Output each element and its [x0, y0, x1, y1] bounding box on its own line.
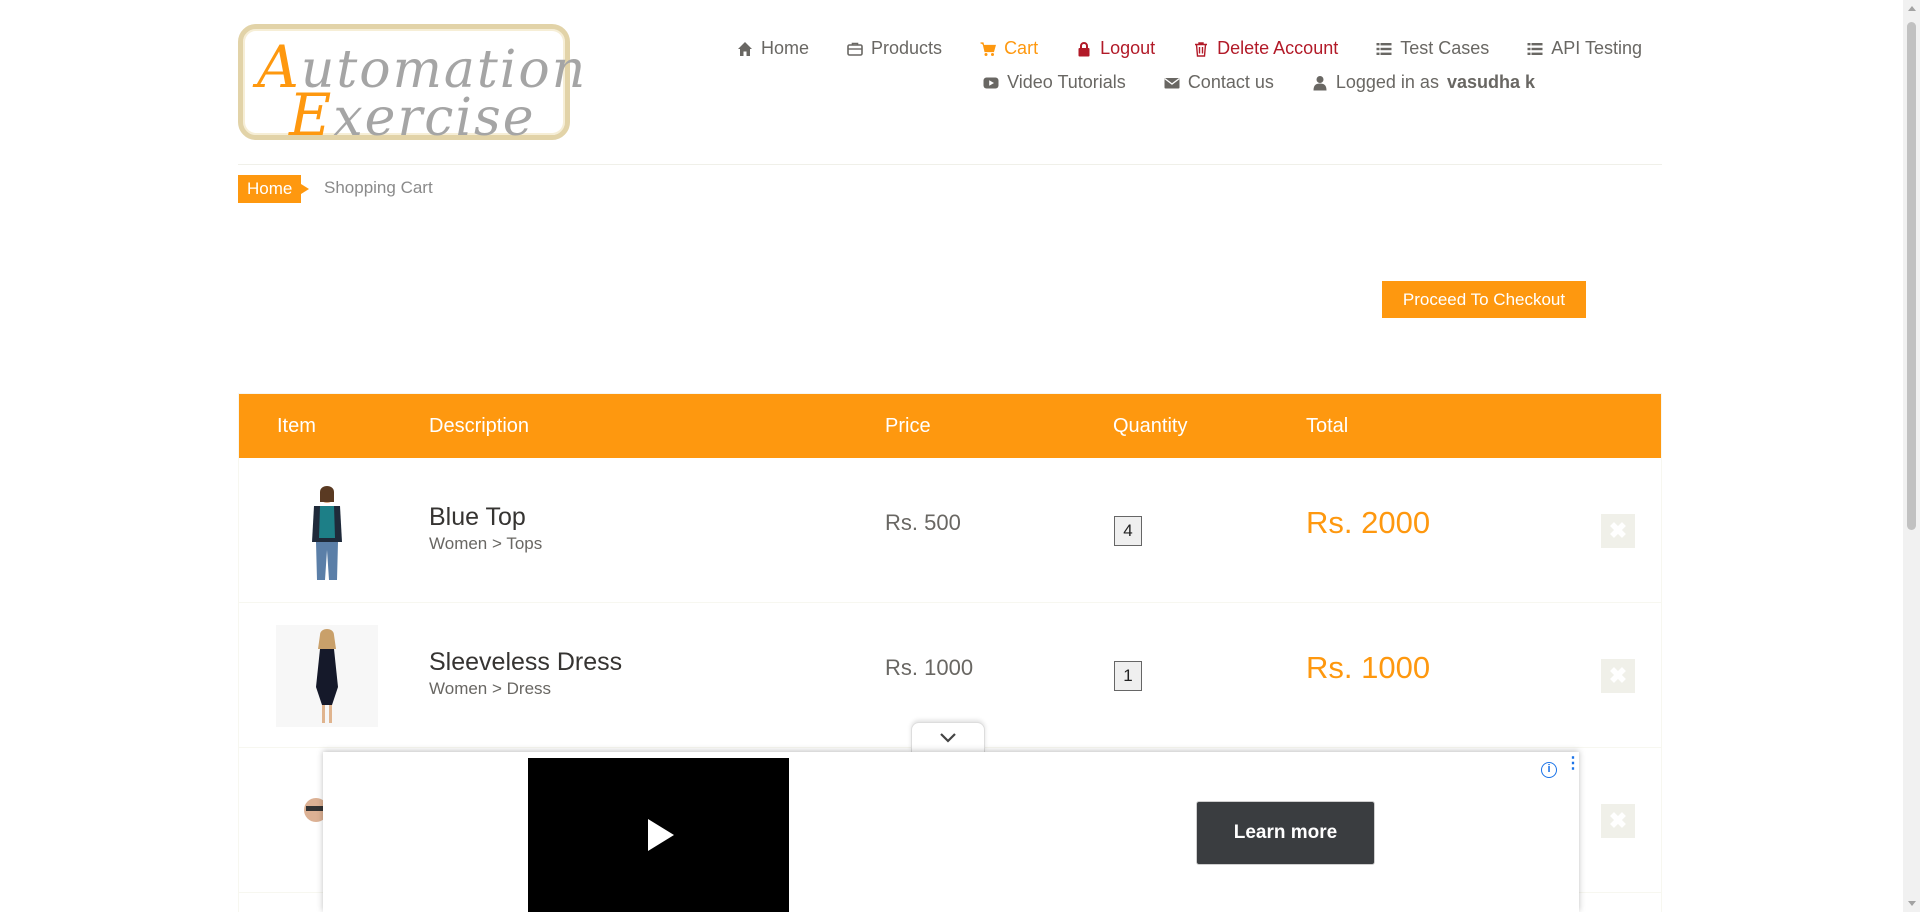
youtube-icon	[983, 77, 999, 88]
cart-table-header: Item Description Price Quantity Total	[239, 394, 1661, 458]
scroll-up-arrow-icon[interactable]	[1908, 6, 1916, 11]
list-icon	[1527, 42, 1543, 55]
page: Automation Exercise Home Products Cart L…	[0, 0, 1920, 912]
nav-test-cases[interactable]: Test Cases	[1338, 38, 1489, 59]
nav-video-tutorials-label: Video Tutorials	[1007, 72, 1126, 92]
product-photo-sleeveless-dress	[276, 625, 378, 727]
product-price: Rs. 1000	[885, 655, 974, 680]
nav-row-primary: Home Products Cart Logout Delete Account…	[642, 38, 1642, 59]
nav-cart-label: Cart	[1004, 38, 1039, 58]
ad-video[interactable]	[528, 758, 789, 912]
envelope-icon	[1164, 77, 1180, 88]
list-icon	[1376, 42, 1392, 55]
nav-contact-us-label: Contact us	[1187, 72, 1274, 92]
nav-logout-label: Logout	[1100, 38, 1156, 58]
delete-item-button[interactable]: ✖	[1601, 659, 1635, 693]
column-header-description: Description	[429, 415, 530, 437]
cart-icon	[980, 41, 997, 56]
logged-in-prefix: Logged in as	[1335, 72, 1439, 92]
play-icon	[648, 819, 674, 851]
product-image[interactable]	[276, 480, 378, 582]
delete-item-button[interactable]: ✖	[1601, 804, 1635, 838]
product-price: Rs. 500	[885, 510, 961, 535]
nav-row-secondary: Video Tutorials Contact us Logged in as …	[642, 72, 1642, 93]
scroll-down-arrow-icon[interactable]	[1908, 901, 1916, 906]
delete-item-button[interactable]: ✖	[1601, 514, 1635, 548]
home-icon	[738, 41, 752, 56]
column-header-price: Price	[885, 415, 931, 437]
briefcase-icon	[847, 42, 863, 56]
nav-contact-us[interactable]: Contact us	[1126, 72, 1274, 93]
nav-api-testing-label: API Testing	[1551, 38, 1642, 58]
nav-products[interactable]: Products	[809, 38, 942, 59]
scrollbar-thumb[interactable]	[1907, 22, 1916, 530]
main-nav: Home Products Cart Logout Delete Account…	[642, 38, 1642, 93]
logged-in-username: vasudha k	[1446, 72, 1535, 92]
breadcrumb-home[interactable]: Home	[238, 175, 310, 203]
table-row: Blue Top Women > Tops Rs. 500 4 Rs. 2000…	[239, 458, 1661, 603]
chevron-down-icon	[940, 732, 956, 743]
product-quantity: 4	[1114, 516, 1142, 546]
ad-learn-more-button[interactable]: Learn more	[1196, 801, 1375, 865]
product-image[interactable]	[276, 625, 378, 727]
site-logo[interactable]: Automation Exercise	[238, 24, 585, 149]
product-photo-blue-top	[276, 480, 378, 582]
column-header-quantity: Quantity	[1113, 415, 1188, 437]
proceed-to-checkout-button[interactable]: Proceed To Checkout	[1382, 281, 1586, 318]
trash-icon	[1195, 41, 1208, 57]
product-quantity: 1	[1114, 661, 1142, 691]
breadcrumb-current: Shopping Cart	[324, 178, 433, 197]
nav-logout[interactable]: Logout	[1038, 38, 1155, 59]
product-total: Rs. 1000	[1306, 650, 1431, 685]
ad-collapse-toggle[interactable]	[911, 722, 985, 752]
column-header-total: Total	[1306, 415, 1349, 437]
product-total: Rs. 2000	[1306, 505, 1431, 540]
nav-products-label: Products	[871, 38, 943, 58]
nav-cart[interactable]: Cart	[942, 38, 1038, 59]
product-name[interactable]: Blue Top	[429, 503, 526, 532]
ad-info-icon[interactable]: i	[1541, 762, 1557, 778]
ad-banner: Learn more i ⋮	[323, 752, 1581, 912]
lock-icon	[1078, 41, 1090, 56]
user-icon	[1313, 75, 1327, 90]
header-divider	[238, 164, 1662, 165]
nav-home[interactable]: Home	[699, 38, 809, 59]
product-category: Women > Dress	[429, 679, 552, 698]
nav-test-cases-label: Test Cases	[1400, 38, 1490, 58]
product-name[interactable]: Sleeveless Dress	[429, 648, 622, 677]
nav-delete-account-label: Delete Account	[1217, 38, 1339, 58]
nav-logged-in-user[interactable]: Logged in as vasudha k	[1274, 72, 1535, 93]
nav-delete-account[interactable]: Delete Account	[1155, 38, 1338, 59]
column-header-item: Item	[277, 415, 316, 437]
nav-home-label: Home	[761, 38, 810, 58]
nav-api-testing[interactable]: API Testing	[1489, 38, 1642, 59]
ad-menu-icon[interactable]: ⋮	[1565, 756, 1581, 772]
product-category: Women > Tops	[429, 534, 543, 553]
nav-video-tutorials[interactable]: Video Tutorials	[945, 72, 1126, 93]
page-scrollbar[interactable]	[1903, 0, 1920, 912]
